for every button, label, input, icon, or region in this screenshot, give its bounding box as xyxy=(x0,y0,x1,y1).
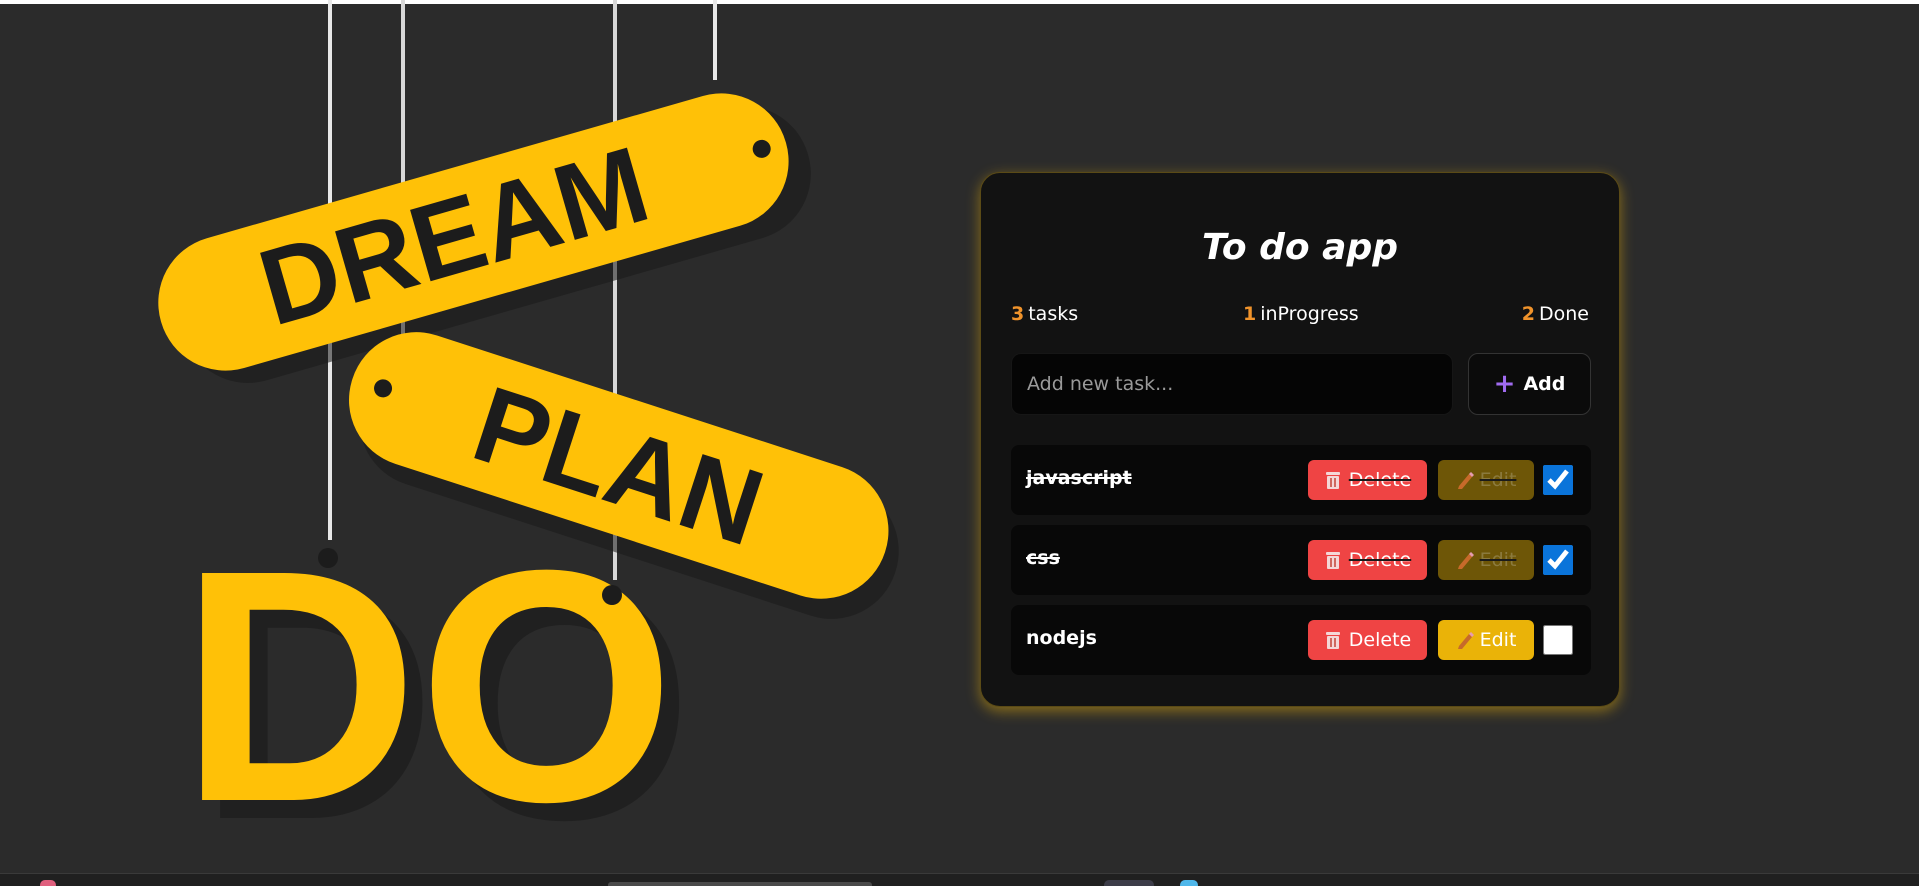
delete-label: Delete xyxy=(1348,549,1412,571)
task-done-checkbox[interactable] xyxy=(1543,625,1573,655)
trash-icon xyxy=(1325,472,1340,489)
add-button-label: Add xyxy=(1523,373,1566,395)
stat-done-label: Done xyxy=(1539,303,1589,325)
taskbar-edge xyxy=(0,873,1919,886)
edit-label: Edit xyxy=(1479,629,1517,651)
plus-icon: + xyxy=(1493,369,1516,399)
do-word: DO xyxy=(180,501,675,870)
task-done-checkbox[interactable] xyxy=(1543,545,1573,575)
task-row: javascript Delete Edit xyxy=(1011,445,1591,515)
trash-icon xyxy=(1325,632,1340,649)
edit-label: Edit xyxy=(1479,549,1517,571)
task-name: css xyxy=(1026,547,1060,569)
edit-task-button[interactable]: Edit xyxy=(1438,540,1534,580)
taskbar-app-icon[interactable] xyxy=(1104,880,1154,886)
task-row: nodejs Delete Edit xyxy=(1011,605,1591,675)
edit-task-button[interactable]: Edit xyxy=(1438,460,1534,500)
delete-label: Delete xyxy=(1348,629,1412,651)
edit-label: Edit xyxy=(1479,469,1517,491)
task-list: javascript Delete Edit css Delete Edit n… xyxy=(1011,445,1591,685)
stat-in-progress-label: inProgress xyxy=(1260,303,1359,325)
delete-task-button[interactable]: Delete xyxy=(1308,620,1427,660)
pencil-icon xyxy=(1457,632,1474,649)
add-task-button[interactable]: + Add xyxy=(1468,353,1591,415)
stat-done: 2 Done xyxy=(1522,303,1589,325)
hero-illustration: DREAM PLAN DO DO xyxy=(0,0,960,873)
dream-plan-do-artwork: DREAM PLAN DO DO xyxy=(158,0,899,873)
taskbar-app-icon[interactable] xyxy=(1180,880,1198,886)
do-letters: DO DO xyxy=(180,501,693,873)
stat-total-tasks: 3 tasks xyxy=(1011,303,1078,325)
page: DREAM PLAN DO DO To do app 3 tasks 1 inP… xyxy=(0,0,1919,886)
stat-total-count: 3 xyxy=(1011,303,1025,325)
edit-task-button[interactable]: Edit xyxy=(1438,620,1534,660)
taskbar-search-box[interactable] xyxy=(608,882,872,886)
stat-total-label: tasks xyxy=(1028,303,1079,325)
task-name: javascript xyxy=(1026,467,1132,489)
task-done-checkbox[interactable] xyxy=(1543,465,1573,495)
pencil-icon xyxy=(1457,552,1474,569)
trash-icon xyxy=(1325,552,1340,569)
stat-in-progress: 1 inProgress xyxy=(1243,303,1359,325)
task-row: css Delete Edit xyxy=(1011,525,1591,595)
delete-label: Delete xyxy=(1348,469,1412,491)
pencil-icon xyxy=(1457,472,1474,489)
app-title: To do app xyxy=(1201,227,1399,268)
delete-task-button[interactable]: Delete xyxy=(1308,540,1427,580)
stat-done-count: 2 xyxy=(1521,303,1535,325)
todo-card: To do app 3tasks 1inProgress 2Done + Add… xyxy=(980,172,1620,707)
stat-in-progress-count: 1 xyxy=(1243,303,1257,325)
task-name: nodejs xyxy=(1026,627,1097,649)
task-stats: 3 tasks 1 inProgress 2 Done xyxy=(1011,303,1589,327)
new-task-input[interactable] xyxy=(1011,353,1453,415)
taskbar-app-icon[interactable] xyxy=(40,880,56,886)
delete-task-button[interactable]: Delete xyxy=(1308,460,1427,500)
